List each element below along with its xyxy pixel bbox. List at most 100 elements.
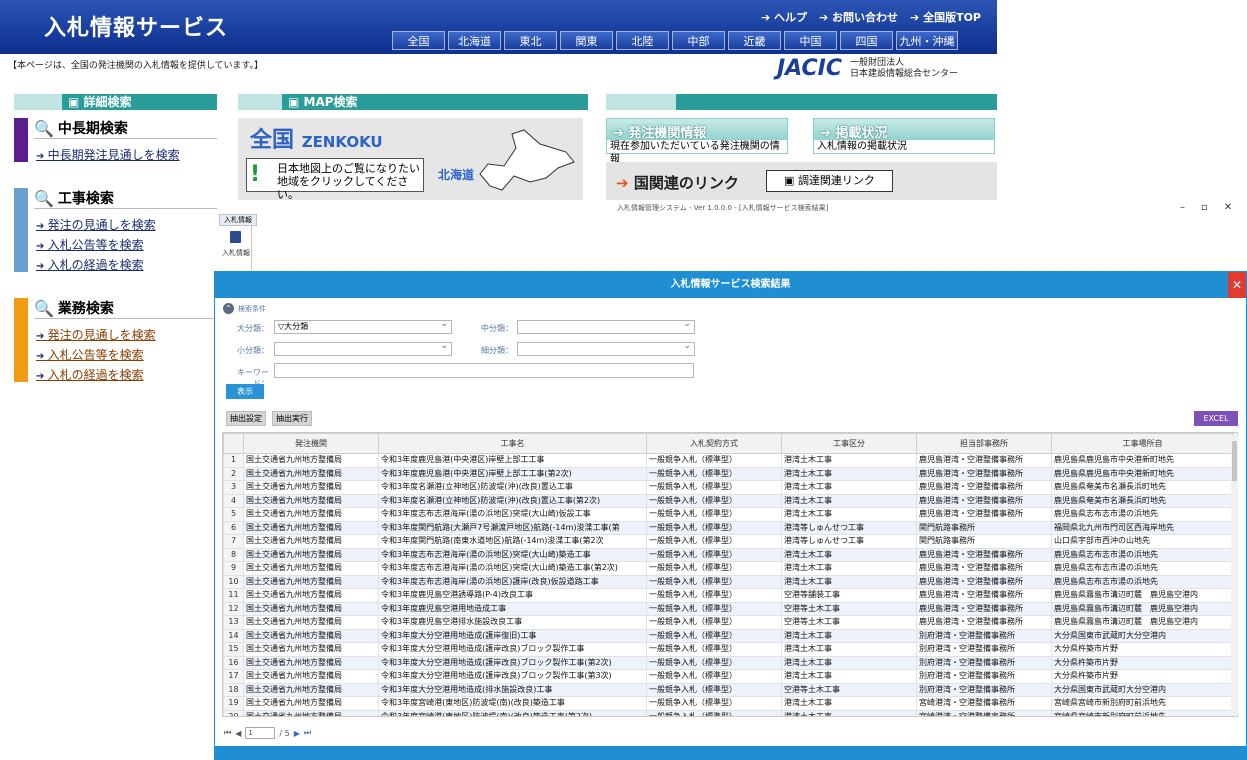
cell-category: 港湾土木工事 (781, 547, 917, 562)
extract-run-button[interactable]: 抽出実行 (272, 411, 312, 426)
table-row[interactable]: 12 国土交通省九州地方整備局 令和3年度鹿児島空港用地造成工事 一般競争入札（標準型… (223, 601, 1234, 616)
table-row[interactable]: 19 国土交通省九州地方整備局 令和3年度宮崎港(東地区)防波堤(南)(改良)築造工… (223, 696, 1234, 711)
table-row[interactable]: 16 国土交通省九州地方整備局 令和3年度大分空港用地造成(護岸改良)ブロック製作工… (223, 655, 1234, 670)
row-number: 9 (223, 561, 244, 576)
col-header-office[interactable]: 担当部事務所 (916, 433, 1052, 454)
next-page-icon[interactable]: ▶ (294, 729, 300, 738)
region-tab-tohoku[interactable]: 東北 (504, 31, 557, 50)
link-gyomu-keika[interactable]: 入札の経過を検索 (36, 366, 144, 383)
jacic-logo[interactable]: JACIC 一般財団法人 日本建設情報総合センター (777, 56, 958, 81)
table-row[interactable]: 5 国土交通省九州地方整備局 令和3年度志布志港海岸(湯の浜地区)突堤(大山崎)仮設… (223, 507, 1234, 522)
table-row[interactable]: 13 国土交通省九州地方整備局 令和3年度鹿児島空港排水施設改良工事 一般競争入札（標… (223, 615, 1234, 630)
page-input[interactable]: 1 (245, 727, 276, 739)
cell-category: 空港等土木工事 (781, 601, 917, 616)
status-panel[interactable]: ➔ 掲載状況 入札情報の掲載状況 (813, 118, 995, 154)
table-row[interactable]: 2 国土交通省九州地方整備局 令和3年度鹿児島港(中央港区)岸壁上部工工事(第2次)… (223, 466, 1234, 481)
cell-office: 宮崎港湾・空港整備事務所 (916, 696, 1052, 711)
contact-link[interactable]: ➔ お問い合わせ (819, 9, 898, 25)
window-controls: – ▫ ✕ (1180, 202, 1232, 213)
region-tab-zenkoku[interactable]: 全国 (392, 31, 445, 50)
region-tab-kyushu[interactable]: 九州・沖縄 (896, 31, 958, 50)
region-tab-chugoku[interactable]: 中国 (784, 31, 837, 50)
table-row[interactable]: 1 国土交通省九州地方整備局 令和3年度鹿児島港(中央港区)岸壁上部工工事 一般競争入… (223, 453, 1234, 468)
table-row[interactable]: 10 国土交通省九州地方整備局 令和3年度志布志港海岸(湯の浜地区)護岸(改良)仮設… (223, 574, 1234, 589)
col-header-agency[interactable]: 発注機関 (243, 433, 379, 454)
table-row[interactable]: 4 国土交通省九州地方整備局 令和3年度名瀬港(立神地区)防波堤(沖)(改良)置込工… (223, 493, 1234, 508)
table-row[interactable]: 3 国土交通省九州地方整備局 令和3年度名瀬港(立神地区)防波堤(沖)(改良)置込工… (223, 480, 1234, 495)
col-header-location[interactable]: 工事場所自 (1051, 433, 1234, 454)
table-row[interactable]: 9 国土交通省九州地方整備局 令和3年度志布志港海岸(湯の浜地区)突堤(大山崎)築造… (223, 561, 1234, 576)
keyword-input[interactable] (274, 363, 694, 378)
col-header-method[interactable]: 入札契約方式 (646, 433, 782, 454)
last-page-icon[interactable]: ⏭ (304, 728, 311, 738)
close-window-icon[interactable]: ✕ (1224, 202, 1232, 213)
cell-office: 別府港湾・空港整備事務所 (916, 682, 1052, 697)
col-header-category[interactable]: 工事区分 (781, 433, 917, 454)
shobunrui-select[interactable] (274, 340, 452, 356)
jacic-line2: 日本建設情報総合センター (850, 68, 959, 79)
document-icon[interactable] (230, 231, 241, 243)
table-row[interactable]: 11 国土交通省九州地方整備局 令和3年度鹿児島空港誘導路(P-4)改良工事 一般競争… (223, 588, 1234, 603)
region-tab-chubu[interactable]: 中部 (672, 31, 725, 50)
cell-category: 港湾土木工事 (781, 480, 917, 495)
saibunrui-select[interactable] (517, 340, 695, 356)
restore-icon[interactable]: ▫ (1201, 202, 1208, 213)
japan-map[interactable]: 全国 ZENKOKU 日本地図上のご覧になりたい 地域をクリックしてください。 … (238, 118, 583, 201)
help-link[interactable]: ➔ ヘルプ (761, 9, 807, 25)
orgs-info-title: ➔ 発注機関情報 (613, 126, 707, 141)
daibunrui-select[interactable]: ▽大分類 (274, 318, 452, 334)
close-icon[interactable]: ✕ (1228, 272, 1246, 298)
col-header-name[interactable]: 工事名 (378, 433, 647, 454)
table-row[interactable]: 6 国土交通省九州地方整備局 令和3年度関門航路(大瀬戸7号瀬渡戸地区)航路(-14… (223, 520, 1234, 535)
region-tab-kanto[interactable]: 関東 (560, 31, 613, 50)
region-tab-kinki[interactable]: 近畿 (728, 31, 781, 50)
map-region-hokkaido[interactable]: 北海道 (438, 166, 474, 183)
table-row[interactable]: 14 国土交通省九州地方整備局 令和3年度大分空港用地造成(護岸復旧)工事 一般競争入… (223, 628, 1234, 643)
link-gyomu-koukoku[interactable]: 入札公告等を検索 (36, 346, 144, 363)
cell-project-name: 令和3年度名瀬港(立神地区)防波堤(沖)(改良)置込工事 (378, 480, 647, 495)
link-gyomu-mitoshi[interactable]: 発注の見通しを検索 (36, 326, 156, 343)
link-chuchoki-search[interactable]: 中長期発注見通しを検索 (36, 146, 180, 163)
scrollbar-thumb[interactable] (1232, 441, 1237, 481)
pager: ⏮ ◀ 1 / 5 ▶ ⏭ (224, 727, 311, 739)
cell-project-name: 令和3年度大分空港用地造成(排水施設改良)工事 (378, 682, 647, 697)
extract-setting-button[interactable]: 抽出設定 (226, 411, 266, 426)
table-row[interactable]: 15 国土交通省九州地方整備局 令和3年度大分空港用地造成(護岸改良)ブロック製作工… (223, 642, 1234, 657)
cell-location: 山口県宇部市西沖の山地先 (1051, 534, 1234, 549)
prev-page-icon[interactable]: ◀ (235, 729, 241, 738)
table-row[interactable]: 17 国土交通省九州地方整備局 令和3年度大分空港用地造成(護岸改良)ブロック製作工… (223, 669, 1234, 684)
cell-method: 一般競争入札（標準型） (646, 669, 782, 684)
region-tab-hokkaido[interactable]: 北海道 (448, 31, 501, 50)
cell-method: 一般競争入札（標準型） (646, 480, 782, 495)
chubunrui-select[interactable] (517, 318, 695, 334)
row-number: 11 (223, 588, 244, 603)
shobunrui-label: 小分類： (237, 346, 269, 355)
link-koji-koukoku[interactable]: 入札公告等を検索 (36, 236, 144, 253)
orgs-info-panel[interactable]: ➔ 発注機関情報 現在参加いただいている発注機関の情報 (606, 118, 788, 165)
cell-office: 鹿児島港湾・空港整備事務所 (916, 507, 1052, 522)
site-logo[interactable]: 入札情報サービス (44, 10, 228, 42)
region-tab-hokuriku[interactable]: 北陸 (616, 31, 669, 50)
table-row[interactable]: 18 国土交通省九州地方整備局 令和3年度大分空港用地造成(排水施設改良)工事 一般競… (223, 682, 1234, 697)
grid-scrollbar[interactable] (1231, 435, 1238, 714)
conditions-toggle[interactable]: ⌃ 検索条件 (223, 303, 266, 314)
national-top-link[interactable]: ➔ 全国版TOP (910, 9, 981, 25)
excel-button[interactable]: EXCEL (1194, 411, 1238, 426)
link-koji-keika[interactable]: 入札の経過を検索 (36, 256, 144, 273)
link-koji-mitoshi[interactable]: 発注の見通しを検索 (36, 216, 156, 233)
cell-agency: 国土交通省九州地方整備局 (243, 682, 379, 697)
cell-method: 一般競争入札（標準型） (646, 588, 782, 603)
cell-location: 鹿児島県霧島市溝辺町麓 鹿児島空港内 (1051, 615, 1234, 630)
first-page-icon[interactable]: ⏮ (224, 728, 231, 738)
table-row[interactable]: 20 国土交通省九州地方整備局 令和3年度宮崎港(東地区)防波堤(南)(改良)築造工… (223, 709, 1234, 716)
show-button[interactable]: 表示 (226, 384, 264, 399)
procurement-links-button[interactable]: ▣ 調達関連リンク (766, 170, 893, 192)
hokkaido-map-icon[interactable] (470, 126, 580, 198)
cell-agency: 国土交通省九州地方整備局 (243, 493, 379, 508)
table-row[interactable]: 7 国土交通省九州地方整備局 令和3年度関門航路(南東水道地区)航路(-14m)浚渫… (223, 534, 1234, 549)
region-tab-shikoku[interactable]: 四国 (840, 31, 893, 50)
table-row[interactable]: 8 国土交通省九州地方整備局 令和3年度志布志港海岸(湯の浜地区)突堤(大山崎)築造… (223, 547, 1234, 562)
minimize-icon[interactable]: – (1180, 202, 1185, 213)
tab-nyusatsu[interactable]: 入札情報 (219, 214, 257, 226)
col-header-no[interactable] (223, 433, 244, 454)
